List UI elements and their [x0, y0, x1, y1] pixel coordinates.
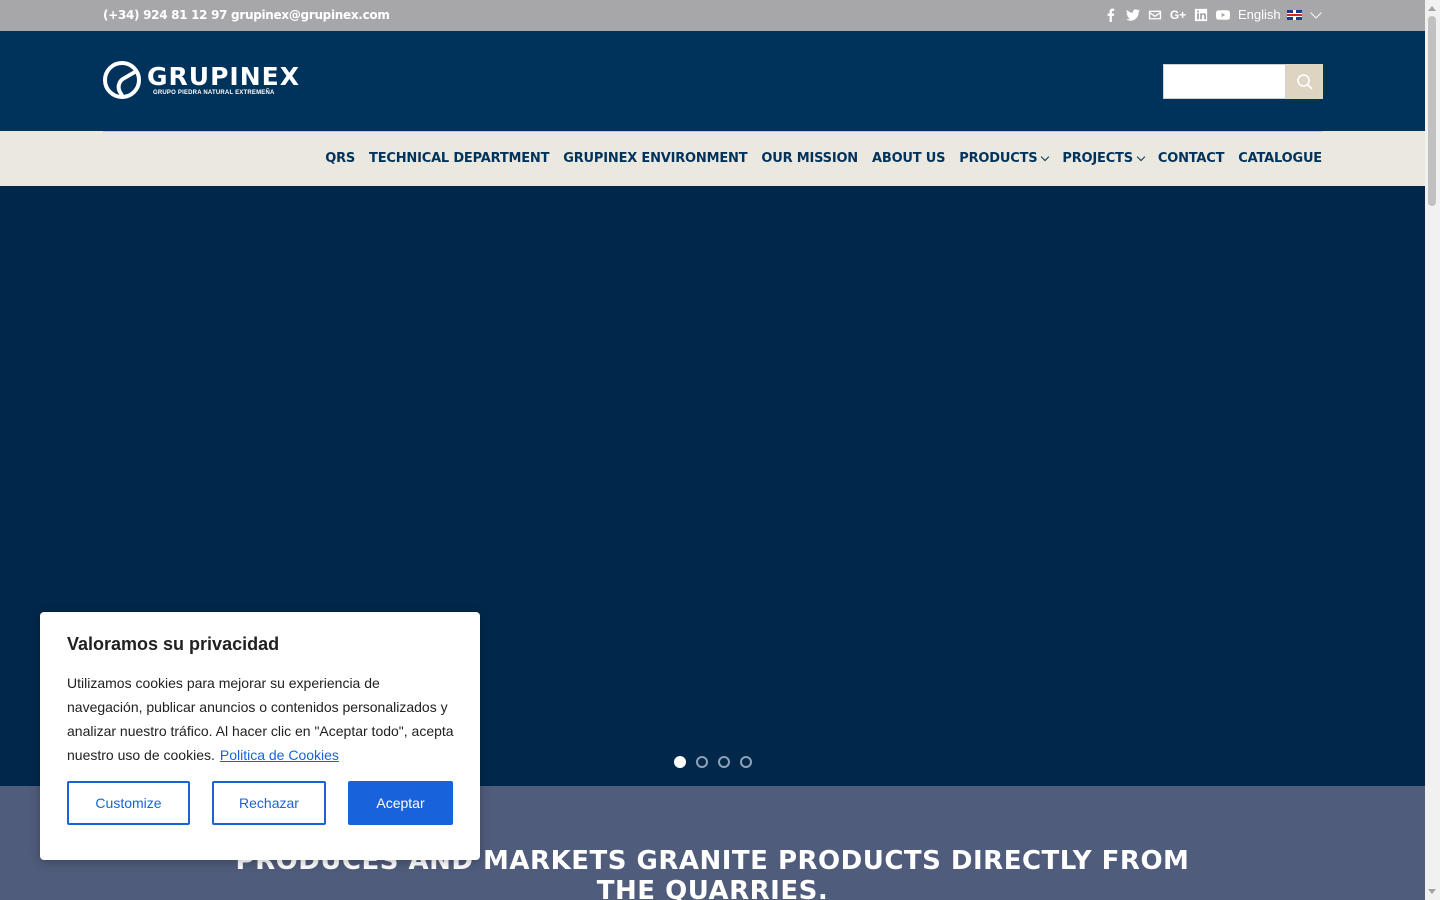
language-label: English — [1238, 7, 1281, 22]
nav-item-projects[interactable]: PROJECTS — [1062, 151, 1143, 166]
cookie-consent-dialog: Valoramos su privacidad Utilizamos cooki… — [40, 612, 480, 860]
logo[interactable]: GRUPINEX GRUPO PIEDRA NATURAL EXTREMEÑA — [103, 61, 300, 99]
contact-info: (+34) 924 81 12 97 grupinex@grupinex.com — [103, 8, 390, 22]
nav-divider — [103, 131, 1323, 132]
logo-mark-icon — [103, 61, 141, 99]
social-links: G+ — [1103, 6, 1231, 24]
logo-name: GRUPINEX — [147, 62, 300, 91]
cookie-body: Utilizamos cookies para mejorar su exper… — [67, 671, 457, 767]
nav-item-qrs[interactable]: QRS — [325, 151, 355, 166]
cookie-policy-link[interactable]: Politica de Cookies — [220, 747, 339, 763]
cookie-title: Valoramos su privacidad — [67, 634, 280, 654]
uk-flag-icon — [1286, 9, 1302, 20]
customize-button[interactable]: Customize — [67, 781, 190, 825]
language-selector[interactable]: English — [1238, 6, 1322, 22]
linkedin-icon[interactable] — [1193, 7, 1209, 23]
search-icon — [1296, 73, 1313, 90]
top-bar: (+34) 924 81 12 97 grupinex@grupinex.com… — [0, 0, 1425, 31]
slider-dot-1[interactable] — [674, 756, 686, 768]
page-scrollbar[interactable] — [1425, 0, 1440, 900]
nav-item-about-us[interactable]: ABOUT US — [872, 151, 945, 166]
google-plus-icon[interactable]: G+ — [1169, 7, 1187, 23]
nav-item-products[interactable]: PRODUCTS — [959, 151, 1048, 166]
accept-button[interactable]: Aceptar — [348, 781, 453, 825]
slider-dot-4[interactable] — [740, 756, 752, 768]
nav-item-our-mission[interactable]: OUR MISSION — [761, 151, 858, 166]
email-icon[interactable] — [1147, 7, 1163, 23]
search-button[interactable] — [1286, 64, 1323, 99]
slider-dot-3[interactable] — [718, 756, 730, 768]
site-header: GRUPINEX GRUPO PIEDRA NATURAL EXTREMEÑA — [0, 31, 1425, 131]
reject-button[interactable]: Rechazar — [212, 781, 326, 825]
facebook-icon[interactable] — [1103, 7, 1119, 23]
scroll-down-arrow-icon[interactable] — [1428, 889, 1436, 894]
logo-subtitle: GRUPO PIEDRA NATURAL EXTREMEÑA — [153, 90, 275, 96]
search-form — [1163, 64, 1323, 99]
nav-item-technical-department[interactable]: TECHNICAL DEPARTMENT — [369, 151, 549, 166]
nav-item-contact[interactable]: CONTACT — [1158, 151, 1225, 166]
slider-dot-2[interactable] — [696, 756, 708, 768]
twitter-icon[interactable] — [1125, 7, 1141, 23]
scrollbar-thumb[interactable] — [1428, 16, 1436, 206]
slider-pagination — [674, 756, 752, 768]
youtube-icon[interactable] — [1215, 7, 1231, 23]
nav-item-catalogue[interactable]: CATALOGUE — [1238, 151, 1322, 166]
chevron-down-icon — [1309, 6, 1322, 19]
nav-item-grupinex-environment[interactable]: GRUPINEX ENVIRONMENT — [563, 151, 747, 166]
search-input[interactable] — [1163, 64, 1286, 99]
main-nav: QRS TECHNICAL DEPARTMENT GRUPINEX ENVIRO… — [0, 131, 1425, 186]
scroll-up-arrow-icon[interactable] — [1428, 6, 1436, 11]
